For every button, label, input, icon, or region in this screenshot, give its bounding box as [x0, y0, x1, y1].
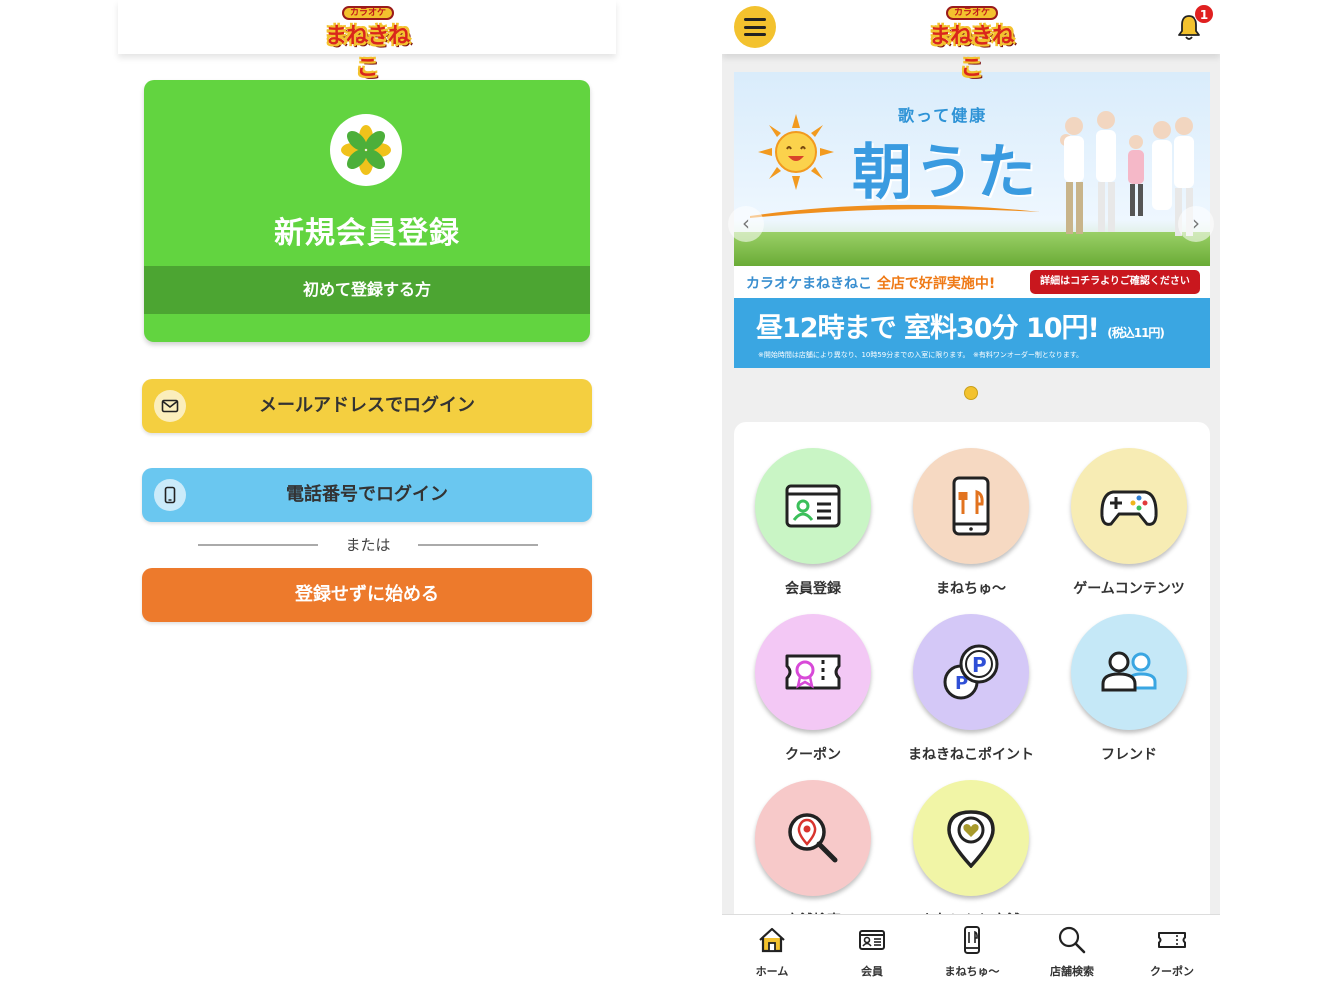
- banner-info-highlight: 全店で好評実施中!: [876, 276, 996, 292]
- tab-home[interactable]: ホーム: [732, 925, 812, 979]
- friends-icon: [1071, 614, 1187, 730]
- grid-item-member-register[interactable]: 会員登録: [748, 448, 878, 598]
- grid-item-friend[interactable]: フレンド: [1064, 614, 1194, 764]
- tab-coupon[interactable]: クーポン: [1132, 925, 1212, 979]
- tab-label: クーポン: [1150, 965, 1194, 978]
- point-coins-icon: P P: [913, 614, 1029, 730]
- guest-start-label: 登録せずに始める: [295, 584, 439, 605]
- mail-icon: [154, 390, 186, 422]
- email-login-button[interactable]: メールアドレスでログイン: [142, 379, 592, 433]
- grid-label: フレンド: [1101, 747, 1157, 763]
- grid-item-manechu[interactable]: まねちゅ〜: [906, 448, 1036, 598]
- tab-member[interactable]: 会員: [832, 925, 912, 979]
- tab-label: 店舗検索: [1050, 965, 1094, 978]
- member-card-icon: [859, 930, 885, 950]
- home-icon: [759, 927, 785, 953]
- grid-item-favorite-store[interactable]: お気に入り店舗: [906, 780, 1036, 930]
- new-member-register-button[interactable]: 新規会員登録 初めて登録する方: [144, 80, 590, 342]
- menu-line: [744, 25, 766, 29]
- email-login-label: メールアドレスでログイン: [259, 395, 475, 416]
- bottom-tab-bar: ホーム 会員 まねちゅ〜 店舗検索 クーポン: [722, 914, 1220, 1000]
- grid-item-game[interactable]: ゲームコンテンツ: [1064, 448, 1194, 598]
- banner-price-line: 昼12時まで 室料30分 10円! (税込11円): [756, 306, 1165, 345]
- mobile-order-icon: [913, 448, 1029, 564]
- hamburger-menu-button[interactable]: [734, 6, 776, 48]
- grid-label: 会員登録: [785, 581, 841, 597]
- banner-info-prefix: カラオケまねきねこ: [746, 276, 872, 292]
- tab-label: 会員: [861, 965, 883, 978]
- karaoke-manekineko-logo: カラオケ まねきねこ: [926, 6, 1016, 81]
- orange-swoosh: [750, 204, 1040, 218]
- header: カラオケ まねきねこ: [118, 0, 616, 81]
- asauta-campaign-banner[interactable]: 歌って健康 朝うた カラオケまねきねこ 全店で好評実施中! 詳細はコチラよりご確…: [734, 72, 1210, 368]
- banner-info-bar: カラオケまねきねこ 全店で好評実施中! 詳細はコチラよりご確認ください: [734, 266, 1210, 298]
- grid-label: まねちゅ〜: [936, 581, 1006, 597]
- header: カラオケ まねきねこ 1: [722, 0, 1220, 81]
- banner-price-tax: (税込11円): [1107, 326, 1165, 340]
- carousel-prev-arrow[interactable]: ‹: [728, 206, 764, 242]
- register-title: 新規会員登録: [274, 216, 460, 251]
- start-without-register-button[interactable]: 登録せずに始める: [142, 568, 592, 622]
- game-controller-icon: [1071, 448, 1187, 564]
- svg-text:P: P: [972, 653, 987, 677]
- carousel-indicator-dot[interactable]: [964, 386, 978, 400]
- notification-badge: 1: [1194, 4, 1214, 24]
- grid-item-coupon[interactable]: クーポン: [748, 614, 878, 764]
- clover-flower-icon: [330, 114, 402, 186]
- or-divider: または: [198, 534, 538, 556]
- member-card-icon: [755, 448, 871, 564]
- grid-item-point[interactable]: P P まねきねこポイント: [906, 614, 1036, 764]
- banner-title: 朝うた: [852, 138, 1038, 208]
- grid-item-store-search[interactable]: 店舗検索: [748, 780, 878, 930]
- tab-label: まねちゅ〜: [944, 965, 1000, 978]
- smartphone-icon: [154, 479, 186, 511]
- menu-line: [744, 18, 766, 21]
- tab-manechu[interactable]: まねちゅ〜: [932, 925, 1012, 979]
- banner-price-area: 昼12時まで 室料30分 10円! (税込11円) ※開始時間は店舗により異なり…: [734, 298, 1210, 368]
- divider-line-right: [418, 544, 538, 546]
- favorite-store-icon: [913, 780, 1029, 896]
- banner-price-text: 昼12時まで 室料30分 10円!: [756, 313, 1100, 344]
- coupon-ticket-icon: [755, 614, 871, 730]
- smiling-sun-icon: [758, 114, 834, 190]
- carousel-next-arrow[interactable]: ›: [1178, 206, 1214, 242]
- login-screen: カラオケ まねきねこ 新規会員登録 初めて登録する方 メールアドレスでログイン …: [118, 0, 616, 1000]
- register-subtitle: 初めて登録する方: [144, 266, 590, 314]
- logo-main-text: まねきねこ: [928, 24, 1014, 81]
- grid-label: まねきねこポイント: [908, 747, 1034, 763]
- grid-label: クーポン: [785, 747, 841, 763]
- search-icon: [1058, 926, 1086, 954]
- tab-label: ホーム: [755, 965, 789, 978]
- banner-subtitle: 歌って健康: [898, 106, 988, 125]
- logo-main-text: まねきねこ: [324, 24, 410, 81]
- banner-note: ※開始時間は店舗により異なり、10時59分までの入室に限ります。 ※有料ワンオー…: [758, 351, 1084, 359]
- grid-label: ゲームコンテンツ: [1073, 581, 1185, 597]
- karaoke-manekineko-logo: カラオケ まねきねこ: [322, 6, 412, 81]
- phone-login-button[interactable]: 電話番号でログイン: [142, 468, 592, 522]
- store-search-icon: [755, 780, 871, 896]
- phone-login-label: 電話番号でログイン: [286, 484, 448, 505]
- banner-detail-button[interactable]: 詳細はコチラよりご確認ください: [1030, 270, 1200, 294]
- coupon-icon: [1158, 932, 1186, 948]
- tab-store-search[interactable]: 店舗検索: [1032, 925, 1112, 979]
- banner-info-left: カラオケまねきねこ 全店で好評実施中!: [746, 273, 995, 293]
- home-screen: カラオケ まねきねこ 1 歌って健康 朝うた カラオケまねきねこ 全店で好評実施…: [722, 0, 1220, 1000]
- mobile-order-icon: [964, 926, 980, 954]
- menu-line: [744, 33, 766, 36]
